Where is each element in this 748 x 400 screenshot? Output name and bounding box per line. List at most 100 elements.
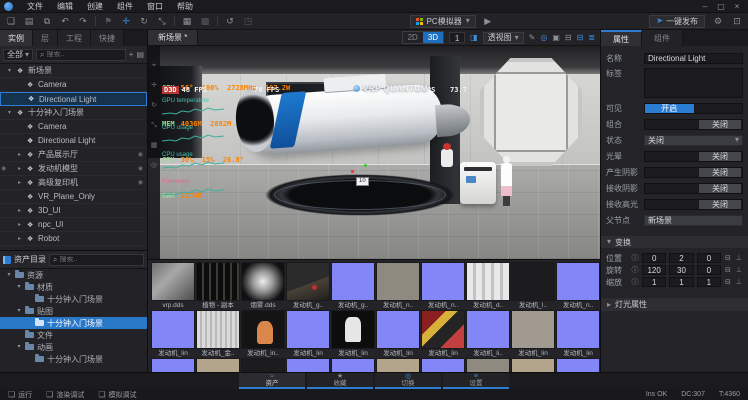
select-tool-icon[interactable]: ⚑ <box>102 16 114 27</box>
lock-icon[interactable]: ⊟ <box>724 266 732 274</box>
hierarchy-row[interactable]: ◉ ❖ VR_Plane_Only ◉ <box>0 190 147 204</box>
hierarchy-search[interactable]: ⌕ <box>36 49 126 61</box>
rotate-tool-icon[interactable]: ↻ <box>151 102 157 109</box>
mode-2d-button[interactable]: 2D <box>403 32 423 43</box>
field-chip[interactable]: 关闭 <box>644 151 743 162</box>
view-mode-dropdown[interactable]: 透视图 ▾ <box>483 32 524 44</box>
list-options-icon[interactable]: ▤ <box>136 51 144 59</box>
asset-thumbnail[interactable]: 发动机_li.. <box>466 310 510 358</box>
field-toggle[interactable]: 开启 <box>644 103 743 114</box>
grid-toggle-icon[interactable]: ▦ <box>151 142 158 149</box>
asset-thumbnail[interactable]: 发动机_lin <box>286 310 330 358</box>
menu-item[interactable]: 创建 <box>80 1 110 12</box>
lock-icon[interactable]: ⊟ <box>724 278 732 286</box>
redo-icon[interactable]: ↷ <box>77 16 89 27</box>
small-robot-model[interactable] <box>441 149 453 167</box>
grid-view-icon[interactable]: ▩ <box>199 16 211 27</box>
asset-thumbnail[interactable]: 烟雾.dds <box>241 262 285 310</box>
hierarchy-row[interactable]: ◉ ▾ ❖ 十分钟入门场景 ◉ <box>0 106 147 120</box>
eye-icon[interactable]: ◉ <box>138 166 143 172</box>
asset-thumbnail[interactable] <box>241 358 285 372</box>
asset-thumbnail[interactable]: 发动机_g.. <box>286 262 330 310</box>
restore-button[interactable]: ▢ <box>714 2 728 11</box>
asset-thumbnail[interactable] <box>421 358 465 372</box>
hierarchy-row[interactable]: ◉ ▸ ❖ 发动机模型 ◉ <box>0 162 147 176</box>
asset-thumbnail[interactable]: 发动机_in.. <box>241 310 285 358</box>
left-tab[interactable]: 快捷 <box>91 30 124 46</box>
z-value-field[interactable]: 0 <box>697 253 721 263</box>
asset-thumbnail[interactable]: 发动机_n.. <box>556 262 600 310</box>
eye-icon[interactable]: ◉ <box>138 152 143 158</box>
scale-tool-icon[interactable]: ⤡ <box>156 16 168 27</box>
gizmo-lock-icon[interactable]: ⊟ <box>577 34 584 42</box>
stats-icon[interactable]: ≣ <box>588 34 595 42</box>
save-icon[interactable]: ▤ <box>23 16 35 27</box>
plugin-icon[interactable]: ◳ <box>242 16 254 27</box>
scale-tool-icon[interactable]: ⤡ <box>151 122 157 129</box>
asset-thumbnail[interactable]: 发动机_lin <box>151 310 195 358</box>
field-input[interactable]: 新场景 <box>644 215 743 226</box>
dimension-toggle[interactable]: 2D 3D <box>402 31 444 44</box>
hand-tool-icon[interactable]: ⌖ <box>152 62 156 69</box>
history-icon[interactable]: ↺ <box>224 16 236 27</box>
light-properties-section[interactable]: ▸ 灯光属性 <box>601 298 748 311</box>
ground-icon[interactable]: ⊥ <box>735 254 743 262</box>
hierarchy-row[interactable]: ◉ ▸ ❖ 高级复印机 ◉ <box>0 176 147 190</box>
asset-thumbnail[interactable]: 发动机_金.. <box>196 310 240 358</box>
field-textarea[interactable] <box>644 68 743 98</box>
hierarchy-row[interactable]: ◉ ❖ Directional Light ◉ <box>0 134 147 148</box>
field-chip[interactable]: 关闭 <box>644 167 743 178</box>
bottom-tab[interactable]: ★ 收藏 <box>307 373 373 389</box>
field-chip[interactable]: 关闭 <box>644 183 743 194</box>
ground-icon[interactable]: ⊥ <box>735 278 743 286</box>
move-tool-icon[interactable]: ✛ <box>120 16 132 27</box>
bottom-tab[interactable]: ≡ 设置 <box>443 373 509 389</box>
asset-thumbnail[interactable]: 发动机_lin <box>511 310 555 358</box>
scene-tab[interactable]: 新场景 * <box>148 30 198 45</box>
asset-thumbnail[interactable]: 发动机_lin <box>421 310 465 358</box>
hierarchy-search-input[interactable] <box>47 51 122 58</box>
status-item[interactable]: ❏ 渲染调试 <box>46 390 84 400</box>
hierarchy-row[interactable]: ◉ ▸ ❖ Robot ◉ <box>0 232 147 246</box>
ground-icon[interactable]: ⊥ <box>735 266 743 274</box>
asset-thumbnail[interactable] <box>556 358 599 372</box>
asset-thumbnail[interactable]: vrp.dds <box>151 262 195 310</box>
hierarchy-row[interactable]: ◉ ▸ ❖ npc_UI ◉ <box>0 218 147 232</box>
left-tab[interactable]: 工程 <box>58 30 91 46</box>
eye-icon[interactable]: ◉ <box>138 180 143 186</box>
paint-icon[interactable]: ✎ <box>529 34 536 42</box>
menu-item[interactable]: 文件 <box>20 1 50 12</box>
asset-thumbnail[interactable]: 发动机_lin <box>331 310 375 358</box>
asset-thumbnail[interactable]: 发动机_lin <box>556 310 600 358</box>
field-chip[interactable]: 关闭 <box>644 119 743 130</box>
menu-item[interactable]: 窗口 <box>140 1 170 12</box>
hierarchy-row[interactable]: ◉ ❖ Directional Light ◉ <box>0 92 147 106</box>
hierarchy-row[interactable]: ◉ ❖ Camera ◉ <box>0 78 147 92</box>
lock-icon[interactable]: ⊟ <box>724 254 732 262</box>
minimize-button[interactable]: – <box>698 2 712 11</box>
asset-thumbnail[interactable]: 发动机_lin <box>376 310 420 358</box>
asset-thumbnail[interactable]: 植物 - 副本 <box>196 262 240 310</box>
y-value-field[interactable]: 30 <box>669 265 693 275</box>
status-item[interactable]: ❏ 运行 <box>8 390 32 400</box>
gizmo-x-handle[interactable] <box>351 170 354 173</box>
asset-thumbnail[interactable] <box>466 358 510 372</box>
field-select[interactable]: 关闭▾ <box>644 135 743 146</box>
device-dropdown[interactable]: PC模拟器 ▾ <box>410 15 476 28</box>
asset-thumbnail[interactable] <box>196 358 240 372</box>
eye-icon[interactable]: ◉ <box>1 166 6 172</box>
status-item[interactable]: ❏ 模拟调试 <box>98 390 136 400</box>
field-input[interactable]: Directional Light <box>644 53 743 64</box>
x-value-field[interactable]: 1 <box>642 277 666 287</box>
lock-icon[interactable]: ⊟ <box>565 34 572 42</box>
close-button[interactable]: × <box>730 2 744 11</box>
inspector-tab[interactable]: 属性 <box>601 30 642 46</box>
x-value-field[interactable]: 0 <box>642 253 666 263</box>
camera-count-field[interactable]: 1 <box>449 32 465 43</box>
rotate-tool-icon[interactable]: ↻ <box>138 16 150 27</box>
hierarchy-row[interactable]: ◉ ▾ ❖ 新场景 ◉ <box>0 64 147 78</box>
z-value-field[interactable]: 0 <box>697 265 721 275</box>
new-file-icon[interactable]: ❏ <box>5 16 17 27</box>
menu-item[interactable]: 帮助 <box>170 1 200 12</box>
y-value-field[interactable]: 1 <box>669 277 693 287</box>
